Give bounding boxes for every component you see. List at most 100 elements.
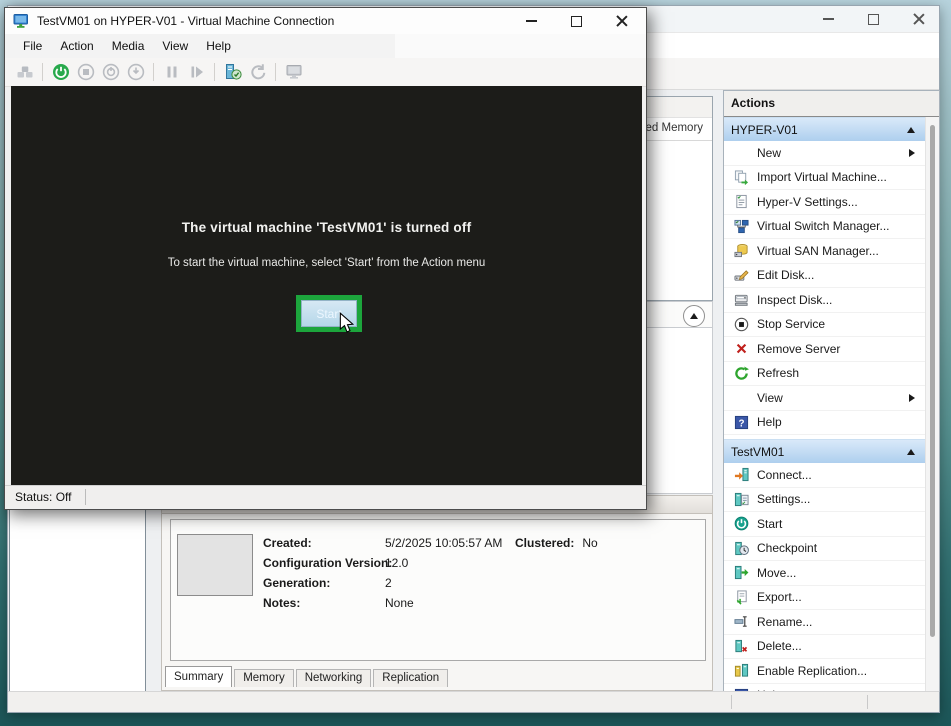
menu-media[interactable]: Media [103,34,154,58]
toolbar-separator [42,63,43,81]
action-item-virtual-san-manager[interactable]: Virtual SAN Manager... [724,239,925,264]
action-item-new[interactable]: New [724,141,925,166]
menu-view[interactable]: View [153,34,197,58]
action-item-view[interactable]: View [724,386,925,411]
action-item-label: Connect... [757,468,925,482]
action-item-start[interactable]: Start [724,512,925,537]
statusbar-divider [867,695,868,709]
action-item-virtual-switch-manager[interactable]: Virtual Switch Manager... [724,215,925,240]
rename-icon [733,614,749,630]
scrollbar-thumb[interactable] [930,125,935,637]
window-title: TestVM01 on HYPER-V01 - Virtual Machine … [37,14,334,28]
actions-scrollbar[interactable] [925,117,939,691]
minimize-icon[interactable] [823,18,834,20]
action-item-stop-service[interactable]: Stop Service [724,313,925,338]
connect-icon [733,467,749,483]
field-value: 12.0 [385,556,408,570]
vm-off-message: The virtual machine 'TestVM01' is turned… [11,220,642,235]
action-item-checkpoint[interactable]: Checkpoint [724,537,925,562]
pause-button[interactable] [159,61,184,84]
ctrl-alt-delete-button[interactable] [12,61,37,84]
action-item-move[interactable]: Move... [724,561,925,586]
action-item-help[interactable]: ?Help [724,411,925,436]
action-item-hyper-v-settings[interactable]: Hyper-V Settings... [724,190,925,215]
field-value: No [582,536,597,550]
field-label: Clustered: [515,536,574,550]
menu-action[interactable]: Action [51,34,102,58]
maximize-icon[interactable] [571,16,582,27]
svg-text:?: ? [738,418,744,429]
turn-off-icon [77,63,95,81]
tab-replication[interactable]: Replication [373,669,448,687]
pause-icon [163,63,181,81]
collapse-panel-button[interactable] [683,305,705,327]
detail-field-created: Created:5/2/2025 10:05:57 AM [263,533,502,553]
start-button[interactable] [48,61,73,84]
close-icon[interactable] [616,15,628,27]
action-item-settings[interactable]: Settings... [724,488,925,513]
virtual-san-icon [733,243,749,259]
action-item-label: Refresh [757,366,925,380]
action-item-label: Virtual Switch Manager... [757,219,925,233]
enhanced-session-button[interactable] [281,61,306,84]
action-item-edit-disk[interactable]: Edit Disk... [724,264,925,289]
close-icon[interactable] [913,13,925,25]
checkpoint-action-icon [733,540,749,556]
field-value: None [385,596,414,610]
actions-group-testvm01[interactable]: TestVM01 [724,439,925,463]
actions-group-label: HYPER-V01 [731,123,907,137]
action-item-rename[interactable]: Rename... [724,610,925,635]
submenu-arrow-icon [909,394,915,402]
hyperv-settings-icon [733,194,749,210]
hyperv-manager-statusbar [8,691,939,712]
action-item-delete[interactable]: Delete... [724,635,925,660]
tab-summary[interactable]: Summary [165,666,232,687]
toolbar-separator [275,63,276,81]
action-item-label: Inspect Disk... [757,293,925,307]
action-item-label: New [757,146,909,160]
details-body: Created:5/2/2025 10:05:57 AMConfiguratio… [161,514,713,691]
actions-pane-title: Actions [724,91,939,117]
tab-memory[interactable]: Memory [234,669,294,687]
field-value: 2 [385,576,392,590]
action-item-label: Enable Replication... [757,664,925,678]
action-item-import-virtual-machine[interactable]: Import Virtual Machine... [724,166,925,191]
checkpoint-button[interactable] [220,61,245,84]
action-item-remove-server[interactable]: Remove Server [724,337,925,362]
remove-server-icon [733,341,749,357]
action-item-label: Rename... [757,615,925,629]
action-item-refresh[interactable]: Refresh [724,362,925,387]
turn-off-button[interactable] [73,61,98,84]
statusbar-divider [731,695,732,709]
maximize-icon[interactable] [868,14,879,25]
minimize-icon[interactable] [526,20,537,22]
detail-field-clustered: Clustered: No [515,533,598,553]
menu-help[interactable]: Help [197,34,240,58]
vm-connection-icon [13,13,29,29]
action-item-export[interactable]: Export... [724,586,925,611]
summary-group-box: Created:5/2/2025 10:05:57 AMConfiguratio… [170,519,706,661]
statusbar-divider [85,489,86,505]
edit-disk-icon [733,267,749,283]
shut-down-button[interactable] [98,61,123,84]
revert-button[interactable] [245,61,270,84]
tab-networking[interactable]: Networking [296,669,372,687]
action-item-label: Virtual SAN Manager... [757,244,925,258]
save-button[interactable] [123,61,148,84]
action-item-connect[interactable]: Connect... [724,463,925,488]
resume-step-button[interactable] [184,61,209,84]
action-item-inspect-disk[interactable]: Inspect Disk... [724,288,925,313]
menu-file[interactable]: File [14,34,51,58]
vm-details-pane: TestVM01 Created:5/2/2025 10:05:57 AMCon… [161,495,713,691]
checkpoint-icon [224,63,242,81]
vm-connection-toolbar [5,58,646,87]
inspect-disk-icon [733,292,749,308]
action-item-help[interactable]: ?Help [724,684,925,692]
vm-connection-statusbar: Status: Off [5,485,646,508]
actions-group-label: TestVM01 [731,445,907,459]
action-item-label: Checkpoint [757,541,925,555]
action-item-label: Start [757,517,925,531]
actions-group-hyper-v01[interactable]: HYPER-V01 [724,117,925,141]
vm-off-hint: To start the virtual machine, select 'St… [11,257,642,269]
action-item-enable-replication[interactable]: Enable Replication... [724,659,925,684]
